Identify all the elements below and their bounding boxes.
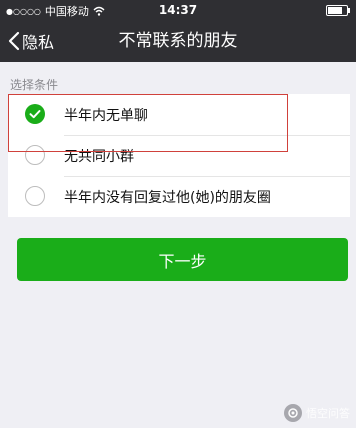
battery-fill [328, 7, 342, 14]
condition-list: 半年内无单聊 无共同小群 半年内没有回复过他(她)的朋友圈 [8, 94, 350, 217]
option-label: 半年内无单聊 [64, 107, 148, 124]
status-bar: ●○○○○ 中国移动 14:37 [0, 0, 356, 20]
section-label: 选择条件 [10, 78, 59, 92]
nav-bar: 隐私 不常联系的朋友 [0, 20, 356, 62]
option-no-common-group[interactable]: 无共同小群 [8, 135, 350, 176]
option-no-moments-reply[interactable]: 半年内没有回复过他(她)的朋友圈 [8, 176, 350, 217]
wukong-logo-icon [284, 404, 302, 422]
status-time: 14:37 [158, 3, 198, 17]
option-label: 半年内没有回复过他(她)的朋友圈 [64, 189, 271, 206]
checkbox-checked-icon[interactable] [25, 104, 45, 124]
option-no-private-chat[interactable]: 半年内无单聊 [8, 94, 350, 135]
radio-unchecked-icon[interactable] [25, 186, 45, 206]
back-button[interactable]: 隐私 [8, 20, 54, 62]
back-label: 隐私 [22, 33, 55, 52]
watermark-label: 悟空问答 [306, 407, 350, 420]
option-label: 无共同小群 [64, 148, 134, 165]
watermark: 悟空问答 [284, 404, 350, 422]
chevron-left-icon [8, 31, 20, 51]
next-button[interactable]: 下一步 [17, 238, 348, 281]
battery-icon [326, 5, 350, 16]
radio-unchecked-icon[interactable] [25, 145, 45, 165]
